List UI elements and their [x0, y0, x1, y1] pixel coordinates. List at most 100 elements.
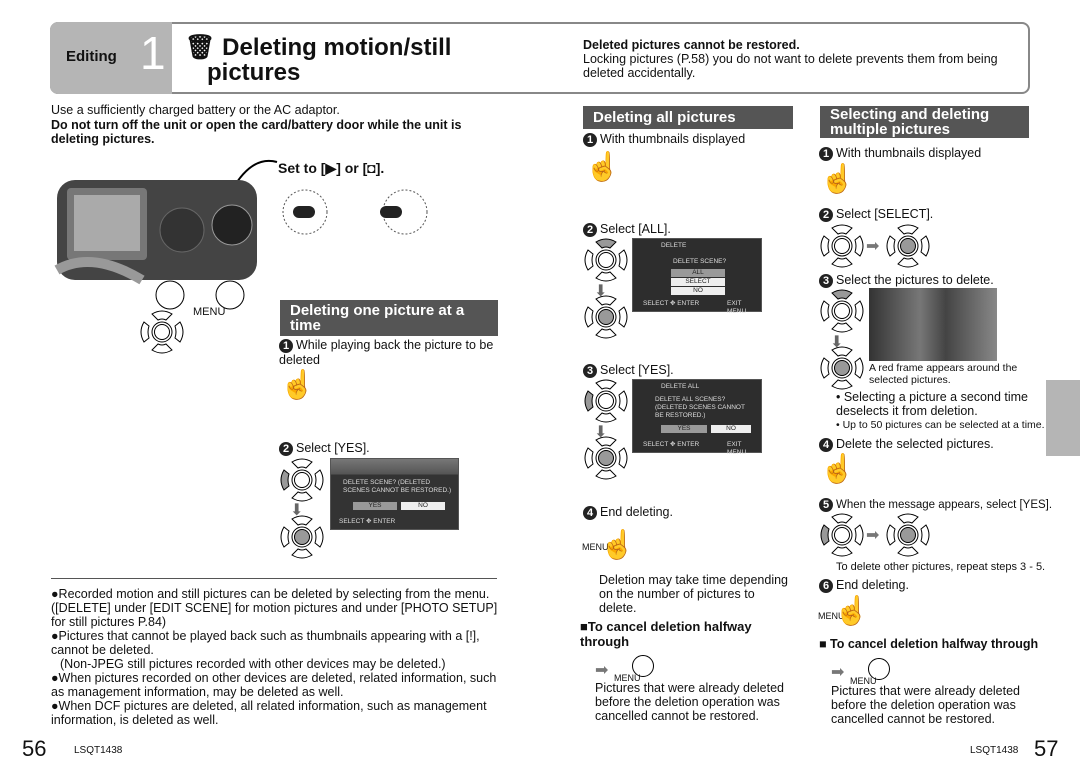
note-title: Deleted pictures cannot be restored. [583, 38, 800, 52]
trash-icon: 🗑 [185, 34, 216, 61]
title-line2: pictures [207, 59, 301, 86]
step-text: When the message appears, select [YES]. [836, 499, 1053, 511]
page-number-right: 57 [1034, 736, 1059, 761]
step-number: 6 [819, 579, 833, 593]
manual-page: Editing 1 🗑 Deleting motion/still pictur… [0, 0, 1080, 767]
arrow-right-icon: ➡ [866, 527, 880, 544]
step-number: 5 [819, 498, 833, 512]
one-step2: 2 Select [YES]. [279, 441, 370, 456]
lcd-screen-delete-all: DELETE ALL DELETE ALL SCENES? (DELETED S… [632, 379, 762, 456]
note-item: ●When pictures recorded on other devices… [51, 671, 497, 699]
press-hand-icon: ☝ [834, 595, 869, 626]
step-number: 2 [279, 442, 293, 456]
multi-step4: 4 Delete the selected pictures. [819, 437, 994, 452]
arrow-right-icon: ➡ [831, 664, 845, 681]
step-number: 2 [819, 208, 833, 222]
step-number: 1 [583, 133, 597, 147]
square-bullet-icon: ■ [580, 619, 588, 634]
press-hand-icon: ☝ [585, 151, 620, 182]
dpad-icon [582, 436, 630, 485]
set-to-label: Set to [▶] or [◘]. [278, 160, 385, 176]
cancel-body: Pictures that were already deleted befor… [831, 684, 1020, 726]
step-text: Select [YES]. [296, 441, 370, 455]
note-item: (Non-JPEG still pictures recorded with o… [60, 657, 446, 671]
step-number: 3 [819, 274, 833, 288]
divider [51, 578, 497, 579]
dpad-icon [582, 379, 630, 428]
all-step1: 1 With thumbnails displayed [583, 132, 745, 147]
screen-footer: SELECT ✥ ENTER [643, 300, 700, 307]
mode-dials-icon [282, 189, 428, 235]
square-bullet-icon: ■ [819, 637, 831, 651]
caption: A red frame appears around the selected … [869, 362, 1018, 386]
note-body: Locking pictures (P.58) you do not want … [583, 52, 998, 80]
step-text: Select [ALL]. [600, 222, 671, 236]
menu-button-icon [632, 655, 654, 677]
step-number: 4 [583, 506, 597, 520]
dpad-icon [884, 513, 932, 562]
press-hand-icon: ☝ [820, 163, 855, 194]
header-note: Deleted pictures cannot be restored. Loc… [583, 38, 1013, 80]
note-item: ●When DCF pictures are deleted, all rela… [51, 699, 487, 727]
all-step4: 4 End deleting. [583, 505, 673, 520]
screen-exit: EXIT MENU [727, 441, 747, 456]
step-text: Select [YES]. [600, 363, 674, 377]
dpad-icon [818, 289, 866, 338]
doc-code-left: LSQT1438 [74, 745, 123, 756]
screen-footer: SELECT ✥ ENTER [339, 518, 396, 525]
menu-label: MENU [193, 306, 226, 318]
camcorder-illustration [54, 159, 278, 310]
option-no: NO [671, 287, 725, 295]
yes-option: YES [661, 425, 707, 433]
step-number: 1 [819, 147, 833, 161]
press-hand-icon: ☝ [820, 453, 855, 484]
section-heading-multiple: Selecting and deleting multiple pictures [820, 106, 1029, 138]
screen-question: DELETE SCENE? [673, 258, 727, 265]
doc-code-right: LSQT1438 [970, 745, 1019, 756]
step-number: 3 [583, 364, 597, 378]
screen-footer: SELECT ✥ ENTER [643, 441, 700, 448]
lcd-screen: DELETE SCENE? (DELETED SCENES CANNOT BE … [330, 458, 459, 530]
multi-step2: 2 Select [SELECT]. [819, 207, 933, 222]
cancel-title: To cancel deletion halfway through [830, 637, 1039, 651]
step-text: Select the pictures to delete. [836, 273, 994, 287]
bullet-limit: • Up to 50 pictures can be selected at a… [836, 419, 1045, 431]
multi-step1: 1 With thumbnails displayed [819, 146, 981, 161]
multi-step3: 3 Select the pictures to delete. [819, 273, 994, 288]
dpad-icon [138, 310, 186, 359]
step-number: 1 [279, 339, 293, 353]
multi-step6: 6 End deleting. [819, 578, 909, 593]
cancel-heading: ■To cancel deletion halfway through [580, 619, 780, 649]
dpad-icon [582, 295, 630, 344]
side-tab [1046, 380, 1080, 456]
step-text: End deleting. [600, 505, 673, 519]
step-text: While playing back the picture to be del… [279, 338, 494, 367]
dpad-icon [818, 224, 866, 273]
dpad-icon [884, 224, 932, 273]
step-text: Delete the selected pictures. [836, 437, 994, 451]
title-line1: Deleting motion/still [222, 34, 452, 61]
cancel-heading: ■ To cancel deletion halfway through [819, 637, 1038, 651]
no-option: NO [711, 425, 751, 433]
arrow-right-icon: ➡ [866, 238, 880, 255]
step-number: 2 [583, 223, 597, 237]
multi-step5: 5 When the message appears, select [YES]. [819, 498, 1052, 512]
press-hand-icon: ☝ [600, 529, 635, 560]
repeat-note: To delete other pictures, repeat steps 3… [836, 561, 1046, 573]
dpad-icon [818, 513, 866, 562]
page-title: 🗑 Deleting motion/still pictures [185, 35, 451, 85]
no-option: NO [401, 502, 445, 510]
deletion-note: Deletion may take time depending on the … [599, 573, 789, 615]
screen-message: DELETE SCENE? (DELETED SCENES CANNOT BE … [343, 479, 452, 494]
screen-question: DELETE ALL SCENES? (DELETED SCENES CANNO… [655, 396, 745, 419]
divider [172, 26, 174, 88]
screen-title: DELETE ALL [661, 383, 700, 390]
all-step3: 3 Select [YES]. [583, 363, 674, 378]
screen-exit: EXIT MENU [727, 300, 747, 315]
step-text: End deleting. [836, 578, 909, 592]
notes-list: ●Recorded motion and still pictures can … [51, 587, 499, 727]
cancel-title: To cancel deletion halfway through [580, 619, 752, 649]
section-heading-one: Deleting one picture at a time [280, 300, 498, 336]
intro-warning: Do not turn off the unit or open the car… [51, 118, 462, 146]
cancel-body: Pictures that were already deleted befor… [595, 681, 784, 723]
